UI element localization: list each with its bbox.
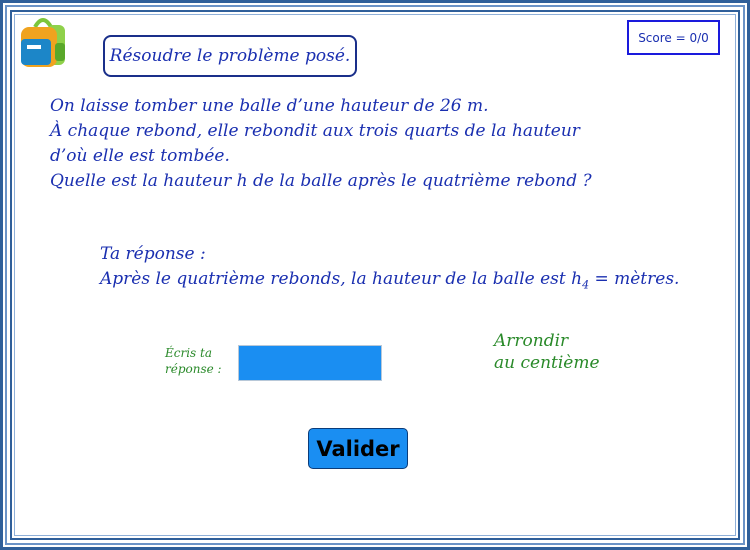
score-text: Score = 0/0 xyxy=(638,30,709,45)
problem-question: Quelle est la hauteur h de la balle aprè… xyxy=(50,171,592,191)
score-box: Score = 0/0 xyxy=(627,20,720,55)
answer-input[interactable] xyxy=(238,345,382,381)
rounding-hint-line: Arrondir xyxy=(494,331,569,351)
problem-line: À chaque rebond, elle rebondit aux trois… xyxy=(50,121,580,141)
instruction-box: Résoudre le problème posé. xyxy=(103,35,357,77)
problem-statement: On laisse tomber une balle d’une hauteur… xyxy=(50,94,592,194)
answer-sentence-end: = mètres. xyxy=(589,269,680,289)
backpack-icon xyxy=(21,18,65,67)
problem-line: d’où elle est tombée. xyxy=(50,146,230,166)
problem-line: On laisse tomber une balle d’une hauteur… xyxy=(50,96,489,116)
rounding-hint: Arrondir au centième xyxy=(494,330,600,374)
rounding-hint-line: au centième xyxy=(494,353,600,373)
answer-sentence: Après le quatrième rebonds, la hauteur d… xyxy=(100,267,679,297)
input-label-line: Écris ta xyxy=(165,346,213,360)
input-label-line: réponse : xyxy=(165,362,222,376)
answer-heading: Ta réponse : xyxy=(100,244,206,264)
validate-button[interactable]: Valider xyxy=(308,428,408,469)
instruction-text: Résoudre le problème posé. xyxy=(109,46,351,66)
answer-sentence-start: Après le quatrième rebonds, la hauteur d… xyxy=(100,269,583,289)
answer-section: Ta réponse : Après le quatrième rebonds,… xyxy=(100,242,679,297)
input-label: Écris ta réponse : xyxy=(165,345,222,377)
